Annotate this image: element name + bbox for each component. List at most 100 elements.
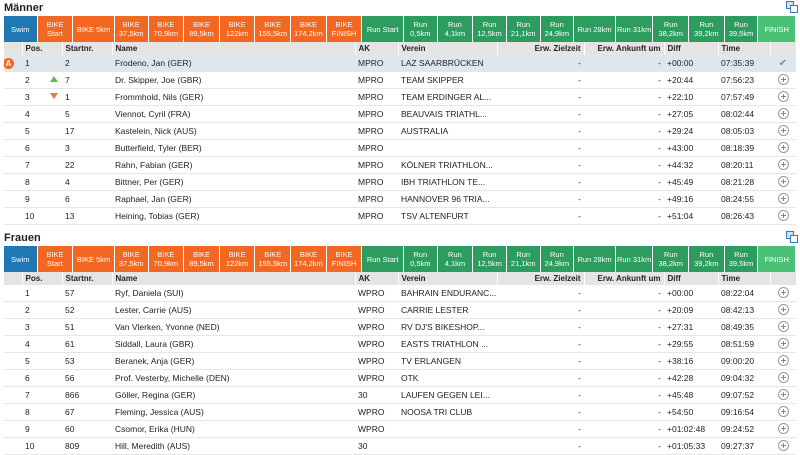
tab-run-28km[interactable]: Run 28km bbox=[574, 16, 616, 42]
row-action[interactable] bbox=[770, 285, 796, 302]
row-action[interactable] bbox=[770, 71, 796, 89]
table-row[interactable]: 9 60 Csomor, Erika (HUN) WPRO - - +01:02:48 09:… bbox=[4, 420, 796, 438]
col-startnr[interactable]: Startnr. bbox=[62, 272, 113, 285]
expand-plus-icon[interactable] bbox=[777, 286, 789, 298]
table-row[interactable]: 6 56 Prof. Vesterby, Michelle (DEN) WPRO OTK… bbox=[4, 369, 796, 387]
tab-bike-122km[interactable]: BIKE 122km bbox=[219, 16, 256, 42]
tab-run-24-9km[interactable]: Run 24,9km bbox=[540, 16, 575, 42]
expand-plus-icon[interactable] bbox=[777, 73, 789, 85]
table-row[interactable]: 9 6 Raphael, Jan (GER) MPRO HANNOVER 96 TRIA… bbox=[4, 190, 796, 208]
table-row[interactable]: 3 1 Frommhold, Nils (GER) MPRO TEAM ERDINGER… bbox=[4, 88, 796, 106]
row-action[interactable] bbox=[770, 88, 796, 106]
tab-bike-37-5km[interactable]: BIKE 37,5km bbox=[114, 246, 149, 272]
tab-run-38-2km[interactable]: Run 38,2km bbox=[653, 246, 690, 272]
row-action[interactable] bbox=[770, 437, 796, 455]
expand-plus-icon[interactable] bbox=[777, 388, 789, 400]
table-row[interactable]: 4 61 Siddall, Laura (GBR) WPRO EASTS TRIATHL… bbox=[4, 335, 796, 353]
tab-run-12-5km[interactable]: Run 12,5km bbox=[473, 16, 507, 42]
expand-plus-icon[interactable] bbox=[777, 175, 789, 187]
expand-plus-icon[interactable] bbox=[777, 422, 789, 434]
table-row[interactable]: 2 52 Lester, Carrie (AUS) WPRO CARRIE LESTER… bbox=[4, 301, 796, 319]
tab-bike-finish[interactable]: BIKE FINISH bbox=[326, 16, 363, 42]
col-name[interactable]: Name bbox=[112, 272, 356, 285]
row-action[interactable]: ✔ bbox=[770, 55, 796, 72]
col-ankunft[interactable]: Erw. Ankunft um bbox=[584, 272, 665, 285]
expand-plus-icon[interactable] bbox=[777, 320, 789, 332]
tab-bike-174-2km[interactable]: BIKE 174,2km bbox=[291, 16, 327, 42]
row-action[interactable] bbox=[770, 207, 796, 225]
row-action[interactable] bbox=[770, 403, 796, 421]
tab-run-start[interactable]: Run Start bbox=[362, 16, 404, 42]
expand-plus-icon[interactable] bbox=[777, 303, 789, 315]
tab-bike-89-5km[interactable]: BIKE 89,5km bbox=[184, 16, 220, 42]
expand-plus-icon[interactable] bbox=[777, 405, 789, 417]
col-name[interactable]: Name bbox=[112, 42, 356, 55]
tab-run-4-1km[interactable]: Run 4,1km bbox=[437, 16, 474, 42]
row-action[interactable] bbox=[770, 122, 796, 140]
tab-bike-122km[interactable]: BIKE 122km bbox=[219, 246, 256, 272]
expand-plus-icon[interactable] bbox=[777, 124, 789, 136]
row-action[interactable] bbox=[770, 156, 796, 174]
tab-run-38-2km[interactable]: Run 38,2km bbox=[653, 16, 690, 42]
tab-run-39-5km[interactable]: Run 39,5km bbox=[724, 246, 759, 272]
expand-plus-icon[interactable] bbox=[777, 209, 789, 221]
tab-bike-5km[interactable]: BIKE 5km bbox=[73, 16, 115, 42]
expand-plus-icon[interactable] bbox=[777, 337, 789, 349]
table-row[interactable]: 8 4 Bittner, Per (GER) MPRO IBH TRIATHLON TE… bbox=[4, 173, 796, 191]
row-action[interactable] bbox=[770, 352, 796, 370]
col-diff[interactable]: Diff bbox=[664, 42, 719, 55]
table-row[interactable]: 5 53 Beranek, Anja (GER) WPRO TV ERLANGEN - - +… bbox=[4, 352, 796, 370]
col-zielzeit[interactable]: Erw. Zielzeit bbox=[497, 42, 585, 55]
table-row[interactable]: 6 3 Butterfield, Tyler (BER) MPRO - - +43:00 08… bbox=[4, 139, 796, 157]
col-ak[interactable]: AK bbox=[355, 272, 399, 285]
tab-run-39-2km[interactable]: Run 39,2km bbox=[689, 16, 725, 42]
expand-icon[interactable] bbox=[786, 231, 798, 243]
expand-plus-icon[interactable] bbox=[777, 192, 789, 204]
tab-run-21-1km[interactable]: Run 21,1km bbox=[506, 16, 541, 42]
row-action[interactable] bbox=[770, 139, 796, 157]
col-ankunft[interactable]: Erw. Ankunft um bbox=[584, 42, 665, 55]
expand-plus-icon[interactable] bbox=[777, 107, 789, 119]
table-row[interactable]: 10 13 Heining, Tobias (GER) MPRO TSV ALTENFU… bbox=[4, 207, 796, 225]
tab-run-0-5km[interactable]: Run 0,5km bbox=[403, 246, 438, 272]
tab-run-12-5km[interactable]: Run 12,5km bbox=[473, 246, 507, 272]
col-startnr[interactable]: Startnr. bbox=[62, 42, 113, 55]
tab-bike-start[interactable]: BIKE Start bbox=[37, 16, 74, 42]
tab-bike-89-5km[interactable]: BIKE 89,5km bbox=[184, 246, 220, 272]
table-row[interactable]: 3 51 Van Vlerken, Yvonne (NED) WPRO RV DJ'S … bbox=[4, 318, 796, 336]
row-action[interactable] bbox=[770, 173, 796, 191]
tab-run-39-5km[interactable]: Run 39,5km bbox=[724, 16, 759, 42]
tab-finish[interactable]: FINISH bbox=[758, 16, 796, 42]
expand-plus-icon[interactable] bbox=[777, 371, 789, 383]
table-row[interactable]: 5 17 Kastelein, Nick (AUS) MPRO AUSTRALIA - - +… bbox=[4, 122, 796, 140]
tab-bike-70-9km[interactable]: BIKE 70,9km bbox=[148, 16, 185, 42]
table-row[interactable]: A 1 2 Frodeno, Jan (GER) MPRO LAZ SAARBRÜCKEN… bbox=[4, 55, 796, 72]
row-action[interactable] bbox=[770, 420, 796, 438]
tab-bike-37-5km[interactable]: BIKE 37,5km bbox=[114, 16, 149, 42]
col-diff[interactable]: Diff bbox=[664, 272, 719, 285]
table-row[interactable]: 7 866 Göller, Regina (GER) 30 LAUFEN GEGEN L… bbox=[4, 386, 796, 404]
expand-plus-icon[interactable] bbox=[777, 158, 789, 170]
tab-swim[interactable]: Swim bbox=[4, 16, 38, 42]
tab-bike-start[interactable]: BIKE Start bbox=[37, 246, 74, 272]
row-action[interactable] bbox=[770, 301, 796, 319]
tab-finish[interactable]: FINISH bbox=[758, 246, 796, 272]
tab-run-31km[interactable]: Run 31km bbox=[615, 16, 654, 42]
tab-bike-70-9km[interactable]: BIKE 70,9km bbox=[148, 246, 185, 272]
row-action[interactable] bbox=[770, 318, 796, 336]
expand-icon[interactable] bbox=[786, 1, 798, 13]
col-pos[interactable]: Pos. bbox=[22, 42, 63, 55]
col-verein[interactable]: Verein bbox=[398, 42, 498, 55]
table-row[interactable]: 8 67 Fleming, Jessica (AUS) WPRO NOOSA TRI C… bbox=[4, 403, 796, 421]
row-action[interactable] bbox=[770, 190, 796, 208]
row-action[interactable] bbox=[770, 386, 796, 404]
table-row[interactable]: 2 7 Dr. Skipper, Joe (GBR) MPRO TEAM SKIPPER… bbox=[4, 71, 796, 89]
tab-run-start[interactable]: Run Start bbox=[362, 246, 404, 272]
col-zielzeit[interactable]: Erw. Zielzeit bbox=[497, 272, 585, 285]
expand-plus-icon[interactable] bbox=[777, 90, 789, 102]
tab-bike-155-5km[interactable]: BIKE 155,5km bbox=[255, 16, 292, 42]
tab-run-24-9km[interactable]: Run 24,9km bbox=[540, 246, 575, 272]
expand-plus-icon[interactable] bbox=[777, 354, 789, 366]
tab-bike-5km[interactable]: BIKE 5km bbox=[73, 246, 115, 272]
row-action[interactable] bbox=[770, 335, 796, 353]
